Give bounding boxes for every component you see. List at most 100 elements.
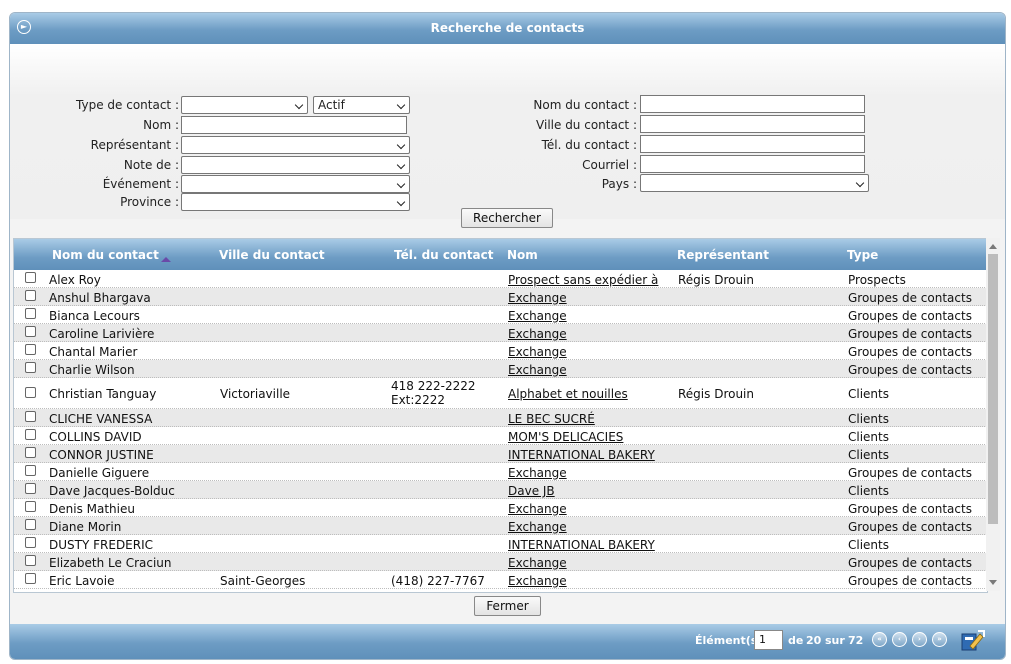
cell-contact-name: CLICHE VANESSA [49,412,153,426]
contact-city-input[interactable] [640,115,865,133]
cell-name-link[interactable]: Alphabet et nouilles [508,387,628,401]
row-checkbox[interactable] [25,387,36,398]
cell-name-link[interactable]: Exchange [508,520,567,534]
cell-type: Clients [848,484,889,498]
cell-contact-name: COLLINS DAVID [49,430,142,444]
cell-contact-name: Caroline Larivière [49,327,155,341]
column-header-type[interactable]: Type [847,248,878,262]
table-row[interactable]: Danielle Giguere Exchange Groupes de conta… [14,463,987,481]
table-row[interactable]: CONNOR JUSTINE INTERNATIONAL BAKERY Client… [14,445,987,463]
row-checkbox[interactable] [25,326,36,337]
email-input[interactable] [640,155,865,173]
search-button[interactable]: Rechercher [461,208,553,228]
column-header-contact-phone[interactable]: Tél. du contact [394,248,493,262]
table-row[interactable]: Elizabeth Le Craciun Exchange Groupes de c… [14,553,987,571]
table-row[interactable]: Diane Morin Exchange Groupes de contacts [14,517,987,535]
table-row[interactable]: Denis Mathieu Exchange Groupes de contacts [14,499,987,517]
cell-contact-phone: 418 222-2222 [391,379,476,393]
last-page-icon[interactable]: » [932,632,947,647]
cell-contact-city: Victoriaville [220,387,291,401]
cell-name-link[interactable]: LE BEC SUCRÉ [508,412,595,426]
cell-name-link[interactable]: INTERNATIONAL BAKERY [508,538,655,552]
cell-contact-name: Danielle Giguere [49,466,150,480]
first-page-icon[interactable]: « [872,632,887,647]
table-row[interactable]: COLLINS DAVID MOM'S DELICACIES Clients [14,427,987,445]
page-title: Recherche de contacts [430,21,585,35]
name-input[interactable] [181,116,407,134]
cell-contact-name: Denis Mathieu [49,502,135,516]
close-button[interactable]: Fermer [474,596,541,616]
grid-scrollbar[interactable] [986,238,1000,591]
table-row[interactable]: Eric Lavoie Saint-Georges (418) 227-7767 Ex… [14,571,987,589]
row-checkbox[interactable] [25,465,36,476]
name-label: Nom : [143,118,179,132]
table-row[interactable]: Bianca Lecours Exchange Groupes de contact… [14,306,987,324]
cell-contact-name: Eric Lavoie [49,574,115,588]
row-checkbox[interactable] [25,555,36,566]
next-page-icon[interactable]: › [912,632,927,647]
event-select[interactable] [181,175,410,193]
cell-name-link[interactable]: Exchange [508,327,567,341]
status-select[interactable]: Actif [313,96,410,114]
row-checkbox[interactable] [25,272,36,283]
cell-name-link[interactable]: MOM'S DELICACIES [508,430,623,444]
cell-representative: Régis Drouin [678,273,754,287]
cell-name-link[interactable]: Exchange [508,291,567,305]
row-checkbox[interactable] [25,411,36,422]
column-header-name[interactable]: Nom [507,248,538,262]
cell-name-link[interactable]: Exchange [508,363,567,377]
row-checkbox[interactable] [25,308,36,319]
cell-name-link[interactable]: Exchange [508,502,567,516]
scroll-up-icon[interactable] [989,244,997,249]
cell-name-link[interactable]: Dave JB [508,484,555,498]
note-select[interactable] [181,156,410,174]
contact-name-input[interactable] [640,95,865,113]
previous-page-icon[interactable]: ‹ [892,632,907,647]
contact-phone-input[interactable] [640,135,865,153]
table-row[interactable]: Caroline Larivière Exchange Groupes de con… [14,324,987,342]
table-row[interactable]: Anshul Bhargava Exchange Groupes de contac… [14,288,987,306]
cell-name-link[interactable]: Exchange [508,574,567,588]
table-row[interactable]: Alex Roy Prospect sans expédier à Régis Dr… [14,270,987,288]
cell-name-link[interactable]: Prospect sans expédier à [508,273,658,287]
sur-label: sur [825,634,845,647]
country-select[interactable] [640,174,869,192]
table-row[interactable]: DUSTY FREDERIC INTERNATIONAL BAKERY Client… [14,535,987,553]
export-icon[interactable] [960,628,986,652]
row-checkbox[interactable] [25,573,36,584]
table-row[interactable]: Chantal Marier Exchange Groupes de contact… [14,342,987,360]
scroll-down-icon[interactable] [989,580,997,585]
cell-name-link[interactable]: Exchange [508,309,567,323]
page-number-input[interactable]: 1 [754,630,783,650]
table-row[interactable]: Charlie Wilson Exchange Groupes de contact… [14,360,987,378]
contact-type-select[interactable] [181,96,308,114]
row-checkbox[interactable] [25,483,36,494]
row-checkbox[interactable] [25,501,36,512]
column-header-contact-name[interactable]: Nom du contact [52,248,171,262]
cell-type: Groupes de contacts [848,520,972,534]
table-row[interactable]: CLICHE VANESSA LE BEC SUCRÉ Clients [14,409,987,427]
column-header-contact-city[interactable]: Ville du contact [219,248,325,262]
row-checkbox[interactable] [25,447,36,458]
row-checkbox[interactable] [25,290,36,301]
row-checkbox[interactable] [25,519,36,530]
cell-name-link[interactable]: Exchange [508,345,567,359]
row-checkbox[interactable] [25,344,36,355]
province-select[interactable] [181,193,410,211]
column-header-representative[interactable]: Représentant [677,248,769,262]
collapse-circle-icon[interactable]: ► [17,20,31,34]
scroll-thumb[interactable] [988,254,998,524]
row-checkbox[interactable] [25,362,36,373]
table-row[interactable]: Christian Tanguay Victoriaville 418 222-22… [14,378,987,409]
representative-select[interactable] [181,136,410,154]
cell-type: Groupes de contacts [848,309,972,323]
cell-contact-city: Saint-Georges [220,574,306,588]
cell-name-link[interactable]: Exchange [508,466,567,480]
cell-name-link[interactable]: INTERNATIONAL BAKERY [508,448,655,462]
table-row[interactable]: Dave Jacques-Bolduc Dave JB Clients [14,481,987,499]
grid-header: Nom du contact Ville du contact Tél. du … [14,239,987,270]
cell-name-link[interactable]: Exchange [508,556,567,570]
row-checkbox[interactable] [25,429,36,440]
row-checkbox[interactable] [25,537,36,548]
cell-contact-name: Anshul Bhargava [49,291,151,305]
